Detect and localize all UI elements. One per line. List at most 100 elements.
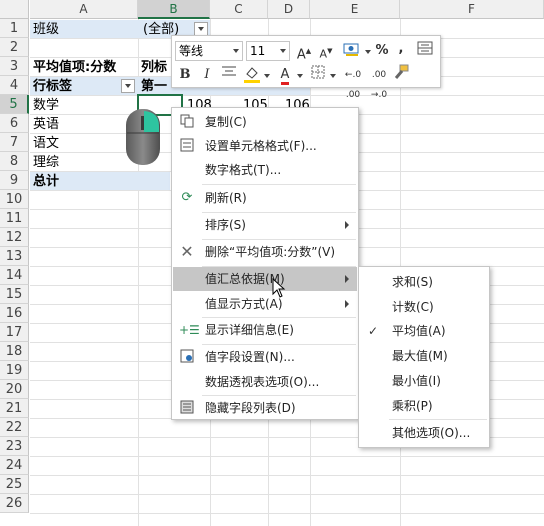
italic-button[interactable]: I [200,65,214,85]
submenu-item-min[interactable]: 最小值(I) [360,369,488,393]
menu-item-label: 显示详细信息(E) [205,323,294,337]
menu-item-pivot-options[interactable]: 数据透视表选项(O)... [173,370,357,394]
font-color-dropdown[interactable] [294,65,303,85]
cell-a7[interactable]: 语文 [30,134,62,153]
shrink-font-icon: A [319,47,328,61]
row-header-19[interactable]: 19 [0,361,29,380]
row-header-9[interactable]: 9 [0,171,29,190]
row-header-6[interactable]: 6 [0,114,29,133]
row-header-14[interactable]: 14 [0,266,29,285]
cell-b3[interactable]: 列标 [138,58,170,77]
bold-button[interactable]: B [178,65,192,85]
column-header-e[interactable]: E [310,0,400,19]
row-header-22[interactable]: 22 [0,418,29,437]
menu-item-remove-field[interactable]: ✕ 删除“平均值项:分数”(V) [173,240,357,264]
fill-color-button[interactable] [243,64,261,84]
row-header-23[interactable]: 23 [0,437,29,456]
filter-dropdown-button[interactable] [194,22,208,36]
column-header-b[interactable]: B [138,0,210,19]
row-header-3[interactable]: 3 [0,57,29,76]
font-color-button[interactable]: A [277,65,293,85]
borders-button[interactable] [310,65,326,85]
cell-a1[interactable]: 班级 [30,20,62,39]
menu-item-number-format[interactable]: 数字格式(T)... [173,158,357,182]
increase-decimal-button[interactable]: ←.0 .00 [342,65,364,100]
align-center-button[interactable] [221,65,237,85]
font-size-combo[interactable]: 11 [246,41,290,61]
row-header-21[interactable]: 21 [0,399,29,418]
format-painter-button[interactable] [392,64,410,84]
accounting-dropdown[interactable] [362,41,371,61]
row-header-17[interactable]: 17 [0,323,29,342]
cell-a6[interactable]: 英语 [30,115,62,134]
submenu-item-more-options[interactable]: 其他选项(O)... [360,421,488,445]
menu-item-value-field-settings[interactable]: 值字段设置(N)... [173,345,357,369]
menu-item-hide-field-list[interactable]: 隐藏字段列表(D) [173,396,357,420]
row-header-11[interactable]: 11 [0,209,29,228]
menu-item-format-cells[interactable]: 设置单元格格式(F)... [173,134,357,158]
cell-a4[interactable]: 行标签 [30,77,75,96]
font-name-combo[interactable]: 等线 [175,41,243,61]
menu-item-sort[interactable]: 排序(S) [173,213,357,237]
row-header-4[interactable]: 4 [0,76,29,95]
submenu-item-product[interactable]: 乘积(P) [360,394,488,418]
row-header-18[interactable]: 18 [0,342,29,361]
column-header-c[interactable]: C [210,0,268,19]
row-header-20[interactable]: 20 [0,380,29,399]
menu-item-label: 排序(S) [205,218,246,232]
submenu-arrow-icon [345,300,349,308]
shrink-font-button[interactable]: A▼ [318,41,334,61]
row-header-1[interactable]: 1 [0,19,29,38]
row-header-15[interactable]: 15 [0,285,29,304]
grow-font-icon: A [296,47,306,63]
menu-item-refresh[interactable]: ⟳ 刷新(R) [173,186,357,210]
percent-style-button[interactable]: % [374,41,390,61]
comma-style-button[interactable]: , [395,39,407,59]
menu-item-show-details[interactable]: +☰ 显示详细信息(E) [173,318,357,342]
menu-item-copy[interactable]: 复制(C) [173,110,357,134]
row-header-16[interactable]: 16 [0,304,29,323]
format-cells-icon [179,138,195,154]
submenu-item-max[interactable]: 最大值(M) [360,344,488,368]
row-labels-filter-button[interactable] [121,79,135,93]
submenu-item-label: 最小值(I) [392,374,441,388]
borders-dropdown[interactable] [327,65,336,85]
fill-color-dropdown[interactable] [261,65,270,85]
cell-a5[interactable]: 数学 [30,96,62,115]
submenu-arrow-icon [345,275,349,283]
submenu-item-count[interactable]: 计数(C) [360,295,488,319]
row-header-25[interactable]: 25 [0,475,29,494]
accounting-format-button[interactable] [340,41,364,61]
decrease-decimal-button[interactable]: .00 →.0 [368,65,390,100]
row-header-8[interactable]: 8 [0,152,29,171]
borders-icon [311,65,325,79]
cell-a9[interactable]: 总计 [30,172,62,191]
row-header-10[interactable]: 10 [0,190,29,209]
menu-item-summarize-values-by[interactable]: 值汇总依据(M) [173,267,357,291]
borders-grid-button[interactable] [415,41,435,61]
select-all-corner[interactable] [0,0,29,19]
menu-item-label: 删除“平均值项:分数”(V) [205,245,336,259]
column-header-d[interactable]: D [268,0,310,19]
row-header-26[interactable]: 26 [0,494,29,513]
submenu-item-label: 乘积(P) [392,399,433,413]
menu-item-show-values-as[interactable]: 值显示方式(A) [173,292,357,316]
row-header-7[interactable]: 7 [0,133,29,152]
row-header-12[interactable]: 12 [0,228,29,247]
grow-font-button[interactable]: A▲ [296,41,312,63]
row-header-24[interactable]: 24 [0,456,29,475]
menu-item-label: 数据透视表选项(O)... [205,375,320,389]
submenu-item-label: 其他选项(O)... [392,426,471,440]
submenu-item-sum[interactable]: 求和(S) [360,270,488,294]
column-header-a[interactable]: A [30,0,138,19]
column-header-f[interactable]: F [400,0,544,19]
row-header-2[interactable]: 2 [0,38,29,57]
merge-center-icon [417,41,433,55]
row-header-13[interactable]: 13 [0,247,29,266]
submenu-item-label: 最大值(M) [392,349,448,363]
cell-a8[interactable]: 理综 [30,153,62,172]
cell-a3[interactable]: 平均值项:分数 [30,58,119,77]
row-header-5[interactable]: 5 [0,95,29,114]
submenu-item-average[interactable]: ✓ 平均值(A) [360,319,488,343]
context-menu: 复制(C) 设置单元格格式(F)... 数字格式(T)... ⟳ 刷新(R) 排… [171,107,359,420]
